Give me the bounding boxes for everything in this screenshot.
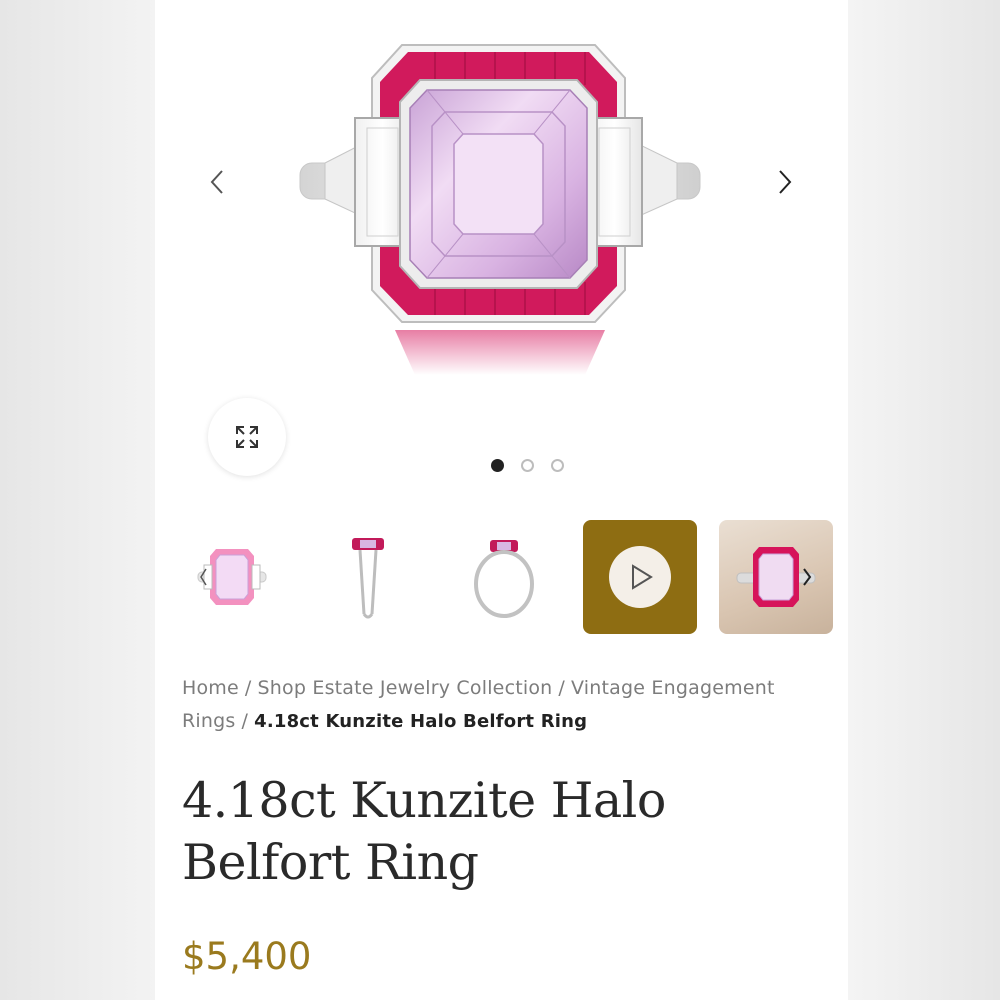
play-icon <box>632 564 653 590</box>
pagination-dot-1[interactable] <box>491 459 504 472</box>
breadcrumb-home[interactable]: Home <box>182 677 239 699</box>
product-title: 4.18ct Kunzite Halo Belfort Ring <box>182 772 666 891</box>
breadcrumb-shop-estate-jewelry[interactable]: Shop Estate Jewelry Collection <box>258 677 553 699</box>
thumbnail-image <box>736 547 816 607</box>
gallery-pagination <box>491 459 564 472</box>
expand-arrows-icon <box>236 426 258 448</box>
breadcrumb-current: 4.18ct Kunzite Halo Belfort Ring <box>254 711 588 732</box>
gallery-prev-button[interactable] <box>195 160 239 204</box>
breadcrumb-separator: / <box>558 677 566 699</box>
thumbnail-ring-photo[interactable] <box>719 520 833 634</box>
thumbnail-ring-front[interactable] <box>175 520 289 634</box>
chevron-left-icon <box>210 170 223 194</box>
gallery-next-button[interactable] <box>763 160 807 204</box>
thumbnail-image <box>352 538 384 619</box>
chevron-right-icon <box>779 170 792 194</box>
breadcrumb-separator: / <box>244 677 252 699</box>
main-product-image <box>299 44 701 375</box>
thumbnail-video[interactable] <box>583 520 697 634</box>
thumbnail-strip <box>175 520 835 636</box>
pagination-dot-2[interactable] <box>521 459 534 472</box>
expand-image-button[interactable] <box>208 398 286 476</box>
left-backdrop <box>0 0 155 1000</box>
product-page: Home / Shop Estate Jewelry Collection / Vint… <box>155 0 848 1000</box>
product-gallery <box>155 0 848 500</box>
thumbnail-ring-side[interactable] <box>311 520 425 634</box>
right-backdrop <box>848 0 1000 1000</box>
product-price: $5,400 <box>182 935 312 978</box>
play-button[interactable] <box>609 546 671 608</box>
breadcrumb: Home / Shop Estate Jewelry Collection / Vint… <box>182 672 782 738</box>
thumbnail-image <box>197 549 267 605</box>
breadcrumb-separator: / <box>241 710 249 732</box>
thumbnail-image <box>474 540 534 618</box>
pagination-dot-3[interactable] <box>551 459 564 472</box>
thumbnail-ring-profile[interactable] <box>447 520 561 634</box>
